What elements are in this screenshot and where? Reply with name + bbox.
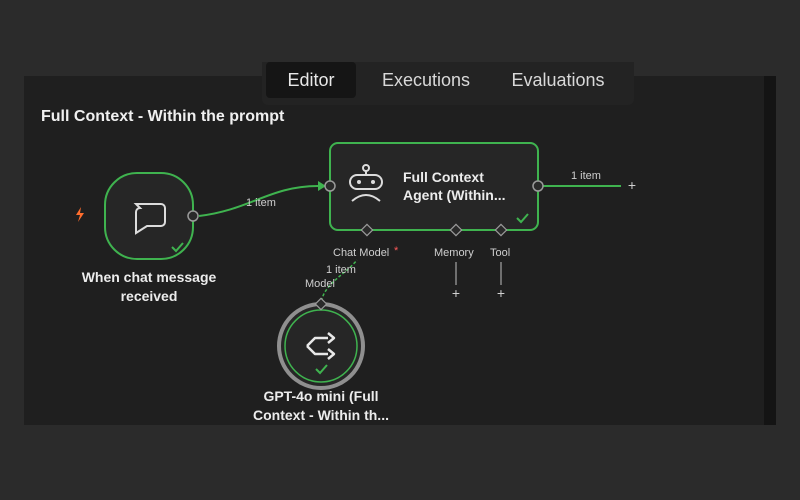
connection-label-trigger: 1 item [246, 197, 276, 209]
add-memory-icon[interactable]: + [452, 285, 460, 301]
trigger-caption-line1: When chat message [81, 269, 217, 285]
connection-label-output: 1 item [571, 170, 601, 182]
agent-title-line1: Full Context [403, 169, 484, 185]
trigger-caption: When chat message received [70, 268, 228, 306]
agent-input-port[interactable] [324, 180, 336, 192]
model-caption-line1: GPT-4o mini (Full [263, 388, 379, 404]
chat-model-label: Chat Model [333, 247, 389, 259]
trigger-caption-line2: received [120, 288, 178, 304]
trigger-output-port[interactable] [187, 210, 199, 222]
memory-label: Memory [434, 247, 474, 259]
agent-output-port[interactable] [532, 180, 544, 192]
workflow-graph: 1 item 1 item + Full Context Agent (With… [76, 142, 636, 390]
agent-title-line2: Agent (Within... [403, 187, 506, 203]
required-marker: * [394, 245, 399, 257]
connection-label-model: 1 item [326, 264, 356, 276]
model-caption: GPT-4o mini (Full Context - Within th... [236, 387, 406, 425]
tool-label: Tool [490, 247, 510, 259]
model-output-label: Model [305, 278, 335, 290]
model-node[interactable] [277, 302, 365, 390]
add-tool-icon[interactable]: + [497, 285, 505, 301]
model-caption-line2: Context - Within th... [253, 407, 389, 423]
trigger-bolt-icon [76, 207, 84, 222]
add-next-node-icon[interactable]: + [628, 177, 636, 193]
